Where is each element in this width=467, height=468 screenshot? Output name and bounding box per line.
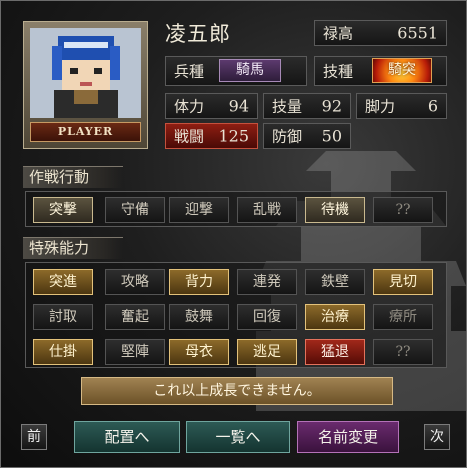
ability-button[interactable]: 見切 — [373, 269, 433, 295]
stat-skill: 技量 92 — [263, 93, 351, 119]
tactics-heading: 作戦行動 — [23, 166, 123, 188]
rename-button[interactable]: 名前変更 — [297, 421, 399, 453]
stat-value: 94 — [228, 96, 249, 116]
ability-button[interactable]: 治療 — [305, 304, 365, 330]
stat-value: 125 — [218, 126, 249, 146]
ability-button[interactable]: 仕掛 — [33, 339, 93, 365]
ability-button[interactable]: ?? — [373, 339, 433, 365]
tactic-button[interactable]: 突撃 — [33, 197, 93, 223]
tech-value: 騎突 — [372, 58, 432, 83]
ability-button[interactable]: 攻略 — [105, 269, 165, 295]
abilities-heading: 特殊能力 — [23, 237, 123, 259]
character-name: 凌五郎 — [165, 22, 231, 46]
stat-combat: 戦闘 125 — [165, 123, 258, 149]
salary-label: 禄高 — [323, 24, 354, 43]
ability-button[interactable]: 奮起 — [105, 304, 165, 330]
tactic-button[interactable]: ?? — [373, 197, 433, 223]
ability-button[interactable]: 鼓舞 — [169, 304, 229, 330]
troop-label: 兵種 — [174, 62, 205, 81]
stat-defense: 防御 50 — [263, 123, 351, 149]
ability-button[interactable]: 背力 — [169, 269, 229, 295]
pixel-warrior-icon — [30, 28, 141, 118]
stat-speed: 脚力 6 — [356, 93, 447, 119]
stat-label: 脚力 — [365, 97, 396, 116]
ability-button[interactable]: 突進 — [33, 269, 93, 295]
stat-value: 50 — [321, 126, 342, 146]
stat-label: 防御 — [272, 127, 303, 146]
stat-value: 92 — [321, 96, 342, 116]
stat-label: 技量 — [272, 97, 303, 116]
stat-label: 戦闘 — [174, 127, 205, 146]
ability-button[interactable]: 母衣 — [169, 339, 229, 365]
ability-button[interactable]: 逃足 — [237, 339, 297, 365]
tactic-button[interactable]: 迎撃 — [169, 197, 229, 223]
ability-button[interactable]: 猛退 — [305, 339, 365, 365]
status-screen: PLAYER 凌五郎 禄高 6551 兵種 騎馬 技種 騎突 体力 94 技量 … — [0, 0, 467, 468]
ability-button[interactable]: 療所 — [373, 304, 433, 330]
troop-value: 騎馬 — [219, 59, 281, 82]
character-portrait — [30, 28, 141, 118]
stat-value: 6 — [427, 96, 438, 116]
next-button[interactable]: 次 — [424, 424, 450, 450]
status-message: これ以上成長できません。 — [81, 377, 393, 405]
stat-hp: 体力 94 — [165, 93, 258, 119]
tech-label: 技種 — [323, 62, 354, 81]
salary-box: 禄高 6551 — [314, 20, 447, 46]
ability-button[interactable]: 連発 — [237, 269, 297, 295]
ability-button[interactable]: 鉄壁 — [305, 269, 365, 295]
ability-button[interactable]: 回復 — [237, 304, 297, 330]
list-button[interactable]: 一覧へ — [186, 421, 290, 453]
stat-label: 体力 — [174, 97, 205, 116]
ability-button[interactable]: 堅陣 — [105, 339, 165, 365]
portrait-frame: PLAYER — [23, 21, 148, 149]
ability-button[interactable]: 討取 — [33, 304, 93, 330]
deploy-button[interactable]: 配置へ — [74, 421, 180, 453]
prev-button[interactable]: 前 — [21, 424, 47, 450]
tactic-button[interactable]: 守備 — [105, 197, 165, 223]
tactic-button[interactable]: 乱戦 — [237, 197, 297, 223]
tactic-button[interactable]: 待機 — [305, 197, 365, 223]
salary-value: 6551 — [397, 23, 438, 43]
player-tag: PLAYER — [30, 122, 141, 142]
